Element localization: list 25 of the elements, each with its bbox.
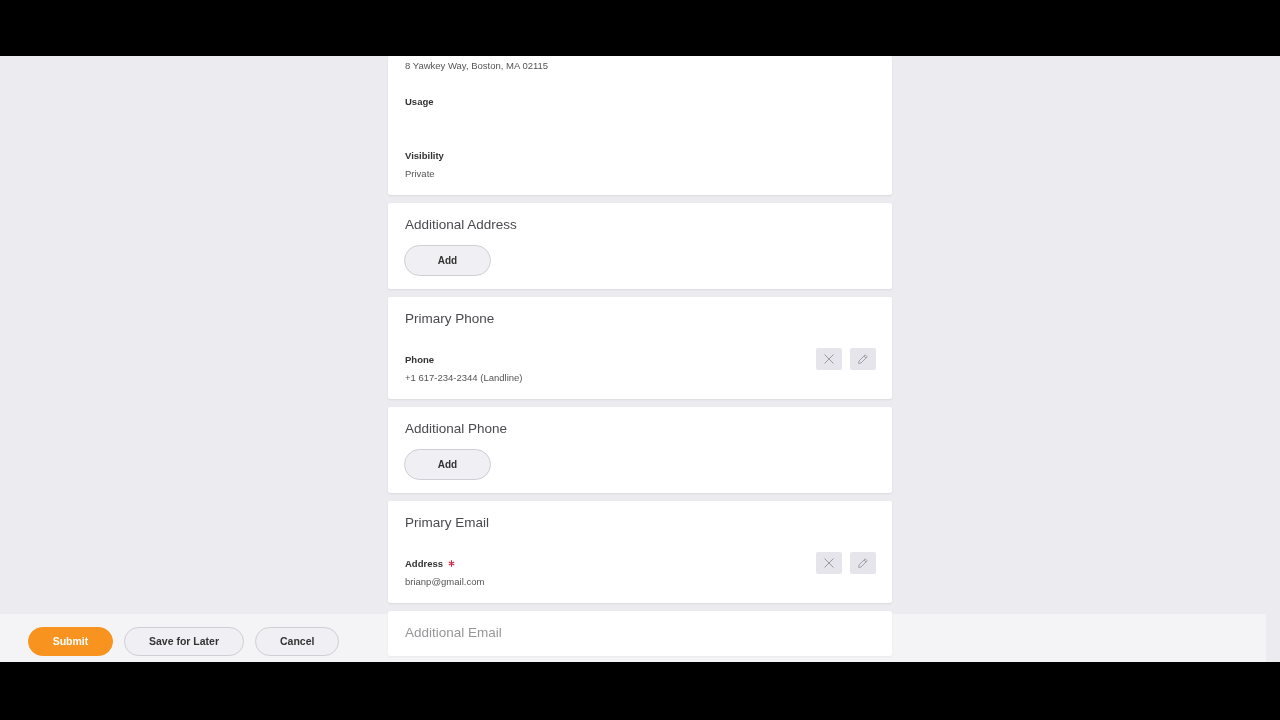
section-title: Primary Email	[405, 514, 490, 532]
field-label: Usage	[405, 95, 434, 107]
edit-button[interactable]	[850, 552, 876, 574]
close-icon	[824, 354, 834, 364]
add-button[interactable]: Add	[404, 245, 491, 276]
field-value: +1 617-234-2344 (Landline)	[405, 371, 523, 383]
remove-button[interactable]	[816, 552, 842, 574]
field-value: Private	[405, 167, 435, 179]
edit-button[interactable]	[850, 348, 876, 370]
field-value: brianp@gmail.com	[405, 575, 485, 587]
field-value: 8 Yawkey Way, Boston, MA 02115	[405, 59, 549, 71]
pencil-icon	[858, 558, 868, 568]
footer-button[interactable]: Save for Later	[124, 626, 245, 656]
footer-button[interactable]: Cancel	[255, 626, 340, 656]
field-label: Visibility	[405, 149, 444, 161]
section-title: Additional Email	[405, 624, 503, 642]
close-icon	[824, 558, 834, 568]
section-title: Additional Address	[405, 216, 518, 234]
field-label: Phone	[405, 353, 435, 365]
add-button[interactable]: Add	[404, 449, 491, 480]
section-title: Additional Phone	[405, 420, 509, 438]
section-title: Primary Phone	[405, 310, 496, 328]
field-label: Address	[405, 557, 443, 569]
pencil-icon	[858, 354, 868, 364]
remove-button[interactable]	[816, 348, 842, 370]
